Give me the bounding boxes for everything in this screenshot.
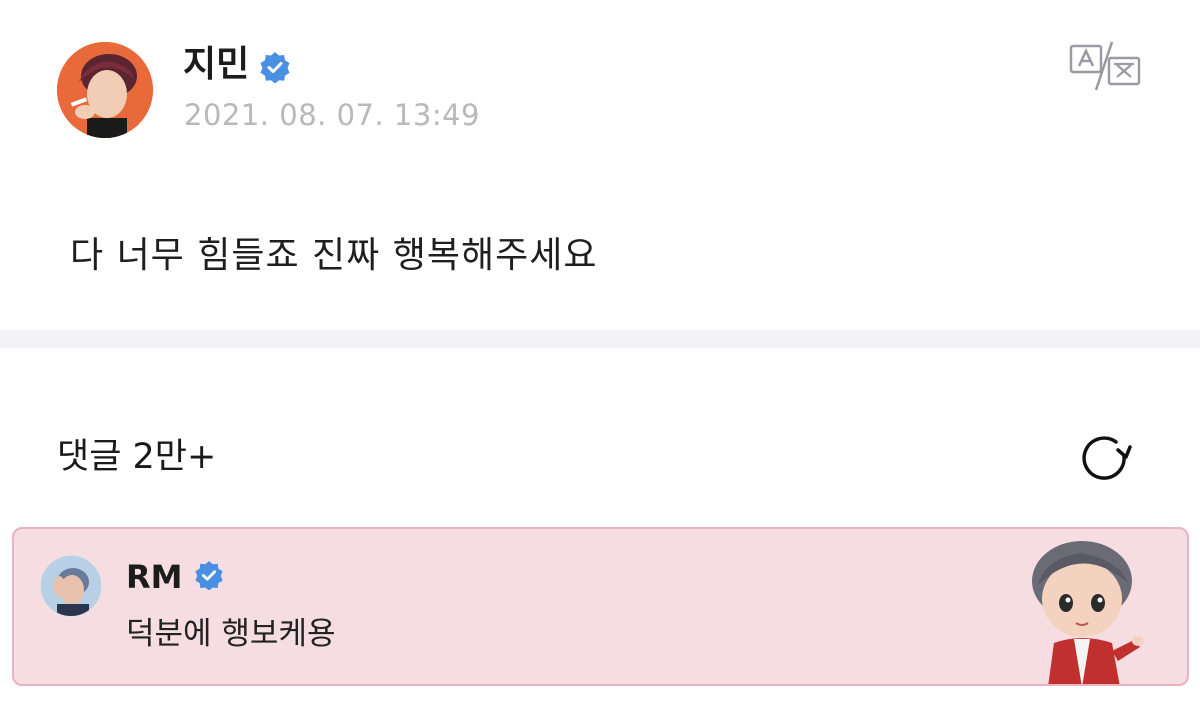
comment-author-avatar[interactable] xyxy=(40,555,102,617)
post-timestamp: 2021. 08. 07. 13:49 xyxy=(184,98,480,132)
section-divider xyxy=(0,330,1200,348)
verified-badge-icon xyxy=(260,52,290,83)
post-text: 다 너무 힘들죠 진짜 행복해주세요 xyxy=(70,235,598,276)
comments-count-title: 댓글 2만+ xyxy=(57,437,217,477)
character-sticker-image xyxy=(1032,541,1144,684)
refresh-button[interactable] xyxy=(1078,430,1134,486)
post-page: 지민 2021. 08. 07. 13:49 다 너무 힘들죠 진짜 행복해주세… xyxy=(0,0,1200,716)
pinned-comment-card[interactable]: RM 덕분에 행보케용 xyxy=(12,527,1189,686)
refresh-icon xyxy=(1082,436,1132,480)
translate-icon xyxy=(1069,41,1141,91)
author-avatar-image xyxy=(57,42,153,138)
comment-avatar-image xyxy=(41,556,101,616)
author-avatar[interactable] xyxy=(57,42,153,138)
comment-author-name[interactable]: RM xyxy=(126,557,182,597)
translate-button[interactable] xyxy=(1068,38,1144,94)
verified-badge-icon xyxy=(195,560,223,590)
author-name[interactable]: 지민 xyxy=(183,42,249,88)
comment-text: 덕분에 행보케용 xyxy=(126,616,336,652)
